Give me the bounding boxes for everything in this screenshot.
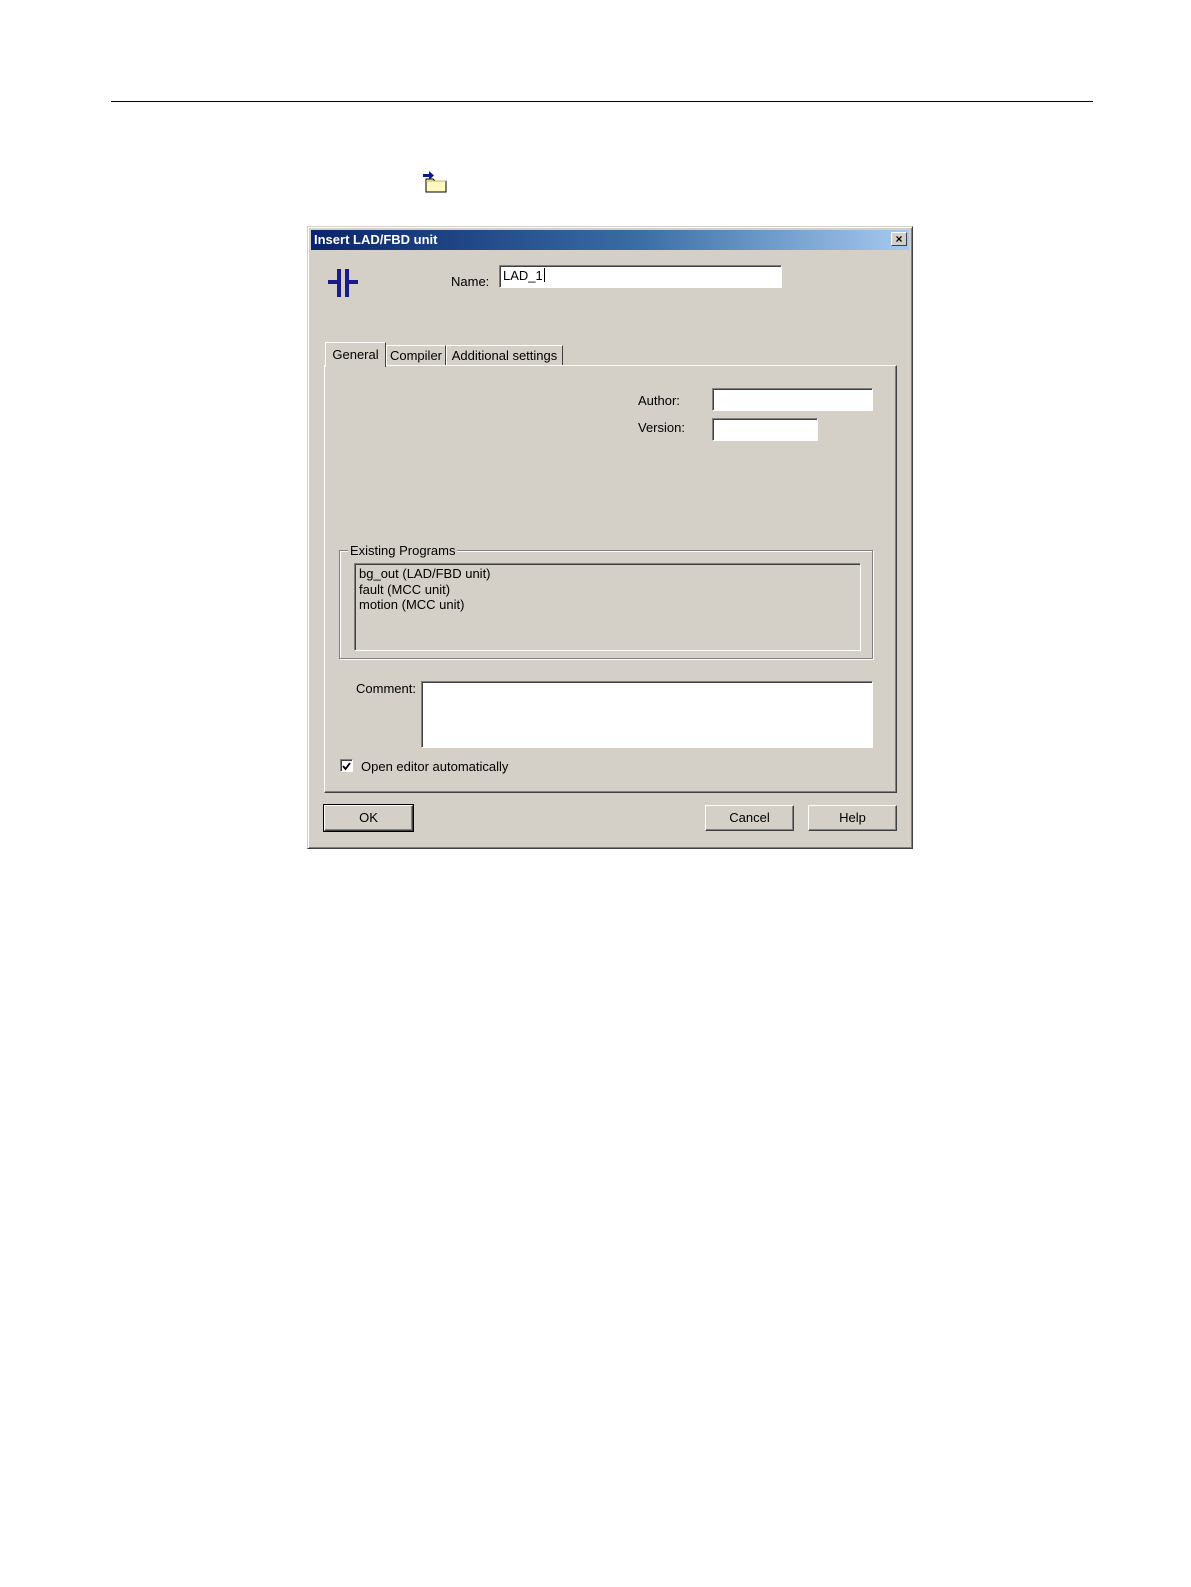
- text-caret: [543, 268, 545, 282]
- tab-compiler[interactable]: Compiler: [386, 345, 446, 366]
- ladder-contact-icon: [328, 269, 358, 297]
- dialog-titlebar: Insert LAD/FBD unit ×: [311, 230, 909, 250]
- close-button[interactable]: ×: [891, 232, 907, 246]
- comment-label: Comment:: [356, 681, 416, 696]
- help-button[interactable]: Help: [808, 805, 897, 831]
- author-label: Author:: [638, 393, 680, 408]
- tab-compiler-label: Compiler: [389, 348, 442, 363]
- tab-additional-settings-label: Additional settings: [451, 348, 558, 363]
- name-input[interactable]: LAD_1: [499, 265, 782, 288]
- author-input[interactable]: [712, 388, 873, 411]
- list-item[interactable]: fault (MCC unit): [359, 582, 856, 598]
- close-icon: ×: [895, 232, 903, 246]
- tab-additional-settings[interactable]: Additional settings: [446, 345, 563, 366]
- tab-general[interactable]: General: [325, 342, 386, 367]
- version-input[interactable]: [712, 418, 818, 441]
- open-editor-checkbox[interactable]: [340, 759, 353, 772]
- existing-programs-list[interactable]: bg_out (LAD/FBD unit) fault (MCC unit) m…: [354, 563, 861, 651]
- cancel-button[interactable]: Cancel: [705, 805, 794, 831]
- list-item[interactable]: motion (MCC unit): [359, 597, 856, 613]
- version-label: Version:: [638, 420, 685, 435]
- page-top-rule: [111, 101, 1093, 102]
- checkmark-icon: [342, 762, 351, 771]
- name-input-value: LAD_1: [503, 268, 543, 283]
- insert-unit-icon: [423, 171, 447, 193]
- insert-unit-dialog: Insert LAD/FBD unit × Name: LAD_1 Genera…: [307, 226, 913, 849]
- dialog-title: Insert LAD/FBD unit: [314, 232, 438, 247]
- existing-programs-label: Existing Programs: [348, 543, 458, 558]
- tab-general-label: General: [332, 347, 379, 362]
- ok-button[interactable]: OK: [323, 804, 414, 832]
- open-editor-label[interactable]: Open editor automatically: [361, 759, 508, 774]
- comment-textarea[interactable]: [421, 681, 873, 748]
- name-label: Name:: [451, 274, 490, 289]
- list-item[interactable]: bg_out (LAD/FBD unit): [359, 566, 856, 582]
